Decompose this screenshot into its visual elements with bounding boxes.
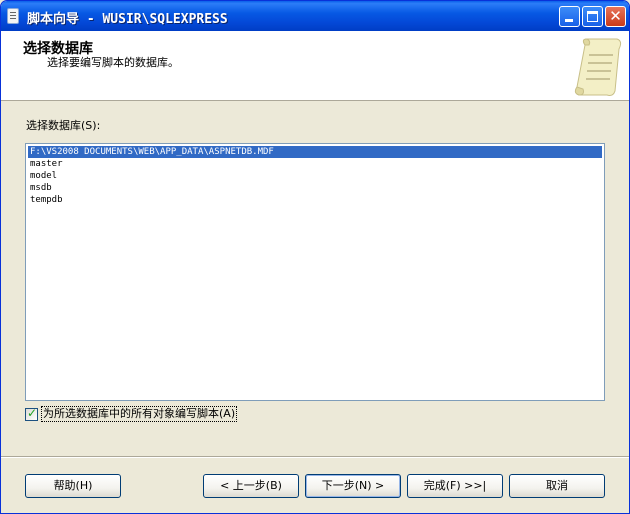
checkmark-icon: ✓: [27, 406, 38, 420]
finish-button[interactable]: 完成(F) >>|: [407, 474, 503, 498]
database-listbox[interactable]: F:\VS2008 DOCUMENTS\WEB\APP_DATA\ASPNETD…: [25, 143, 605, 401]
script-all-objects-label[interactable]: 为所选数据库中的所有对象编写脚本(A): [41, 406, 238, 422]
back-button[interactable]: < 上一步(B): [203, 474, 299, 498]
help-button[interactable]: 帮助(H): [25, 474, 121, 498]
database-list-item[interactable]: model: [28, 170, 602, 182]
close-button[interactable]: ✕: [605, 6, 626, 27]
scroll-icon: [574, 38, 622, 96]
footer-divider: [1, 456, 629, 458]
next-button[interactable]: 下一步(N) >: [305, 474, 401, 498]
close-icon: ✕: [609, 7, 622, 25]
page-subtitle: 选择要编写脚本的数据库。: [47, 56, 179, 69]
window-title: 脚本向导 - WUSIR\SQLEXPRESS: [27, 12, 228, 27]
database-list-label: 选择数据库(S):: [26, 119, 101, 132]
document-icon[interactable]: [7, 8, 19, 24]
maximize-button[interactable]: [582, 6, 603, 27]
maximize-icon: [587, 11, 598, 22]
database-list-item[interactable]: master: [28, 158, 602, 170]
wizard-window: 脚本向导 - WUSIR\SQLEXPRESS ✕ 选择数据库 选择要编写脚本的…: [0, 0, 630, 514]
title-bar[interactable]: 脚本向导 - WUSIR\SQLEXPRESS ✕: [1, 1, 629, 31]
database-list-item[interactable]: tempdb: [28, 194, 602, 206]
script-all-objects-checkbox[interactable]: ✓: [25, 406, 38, 421]
wizard-header: 选择数据库 选择要编写脚本的数据库。: [1, 31, 629, 101]
cancel-button[interactable]: 取消: [509, 474, 605, 498]
minimize-button[interactable]: [559, 6, 580, 27]
minimize-icon: [565, 19, 573, 22]
database-list-item[interactable]: F:\VS2008 DOCUMENTS\WEB\APP_DATA\ASPNETD…: [28, 146, 602, 158]
database-list-item[interactable]: msdb: [28, 182, 602, 194]
